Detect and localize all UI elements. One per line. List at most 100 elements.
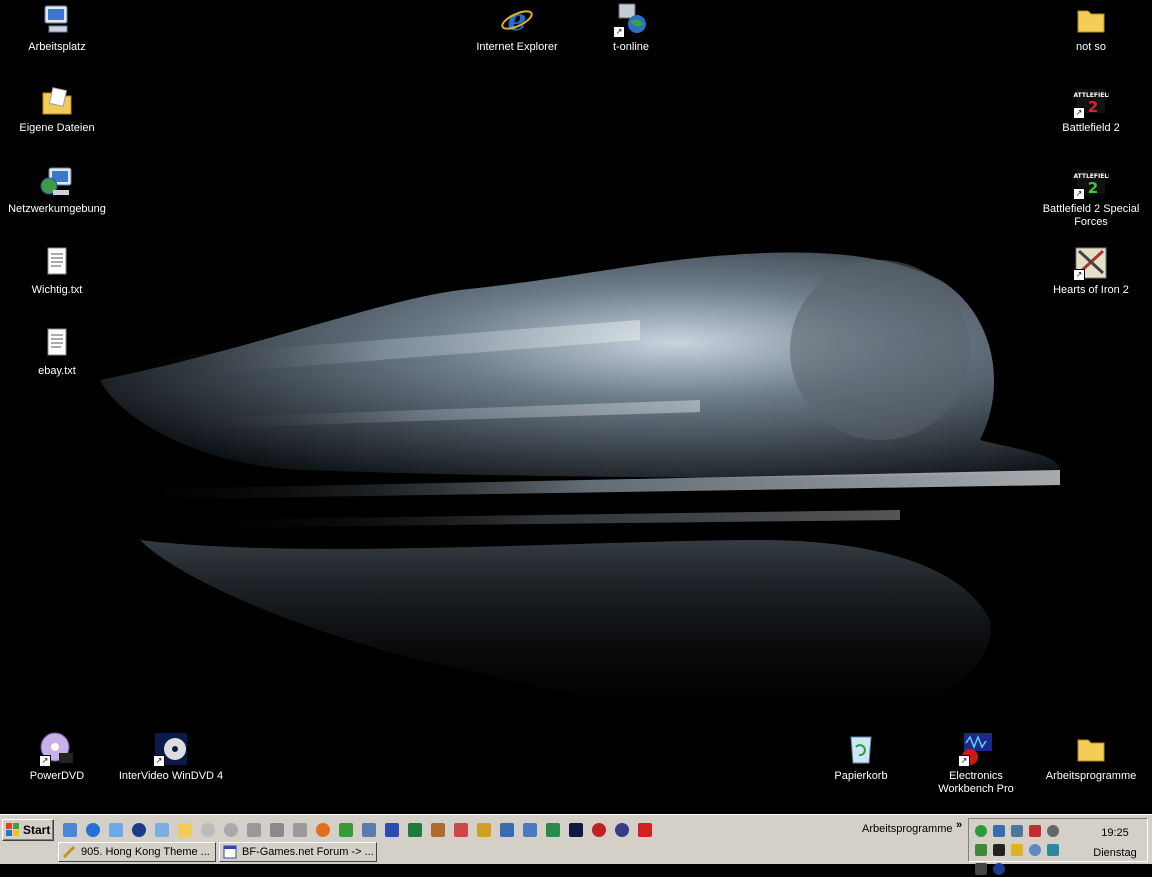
- powerdvd-icon: ↗: [39, 731, 75, 767]
- not-so-folder-desktop-icon[interactable]: not so: [1036, 2, 1146, 54]
- tray-volume-icon[interactable]: [973, 861, 989, 877]
- quick-launch-app-7-icon[interactable]: [635, 820, 655, 840]
- toolbar-chevron-icon[interactable]: »: [956, 819, 962, 831]
- text-file-icon: [39, 245, 75, 281]
- ebay-txt-desktop-icon[interactable]: ebay.txt: [2, 326, 112, 378]
- icon-label: Wichtig.txt: [31, 284, 83, 296]
- quick-launch-app-4-icon[interactable]: [566, 820, 586, 840]
- tray-users-icon[interactable]: [991, 823, 1007, 839]
- quick-launch-app-1-icon[interactable]: [497, 820, 517, 840]
- wichtig-txt-desktop-icon[interactable]: Wichtig.txt: [2, 245, 112, 297]
- quick-launch-drive-icon[interactable]: [244, 820, 264, 840]
- svg-text:2: 2: [1088, 98, 1098, 116]
- internet-explorer-icon: e: [499, 2, 535, 38]
- shortcut-arrow-icon: ↗: [153, 755, 165, 767]
- computer-icon: [39, 2, 75, 38]
- wallpaper: [100, 252, 1060, 730]
- shortcut-arrow-icon: ↗: [1073, 188, 1085, 200]
- quick-launch-drive-2-icon[interactable]: [267, 820, 287, 840]
- quick-launch-utility-icon[interactable]: [474, 820, 494, 840]
- shortcut-arrow-icon: ↗: [1073, 107, 1085, 119]
- documents-folder-icon: [39, 83, 75, 119]
- task-label: BF-Games.net Forum -> ...: [242, 846, 374, 858]
- quick-launch-firefox-icon[interactable]: [313, 820, 333, 840]
- windvd-desktop-icon[interactable]: ↗ InterVideo WinDVD 4: [116, 731, 226, 783]
- battlefield-2-desktop-icon[interactable]: BATTLEFIELD2 ↗ Battlefield 2: [1036, 83, 1146, 135]
- task-buttons: 905. Hong Kong Theme ... BF-Games.net Fo…: [58, 842, 377, 862]
- battlefield-special-forces-icon: BATTLEFIELD2 ↗: [1069, 164, 1113, 200]
- folder-icon: [1073, 731, 1109, 767]
- shortcut-arrow-icon: ↗: [613, 26, 625, 38]
- quick-launch-browser-icon[interactable]: [60, 820, 80, 840]
- quick-launch-dvd-drive-icon[interactable]: [221, 820, 241, 840]
- quick-launch-outlook-express-icon[interactable]: [106, 820, 126, 840]
- tray-antivirus-icon[interactable]: [973, 842, 989, 858]
- tray-settings-icon[interactable]: [1045, 823, 1061, 839]
- icon-label: Netzwerkumgebung: [8, 203, 106, 215]
- shortcut-arrow-icon: ↗: [1073, 269, 1085, 281]
- t-online-icon: ↗: [613, 2, 649, 38]
- quick-launch-drive-3-icon[interactable]: [290, 820, 310, 840]
- network-desktop-icon[interactable]: Netzwerkumgebung: [2, 164, 112, 216]
- powerdvd-desktop-icon[interactable]: ↗ PowerDVD: [2, 731, 112, 783]
- windvd-icon: ↗: [153, 731, 189, 767]
- browser-window-icon: [223, 845, 237, 859]
- tray-disconnected-icon[interactable]: [1027, 823, 1043, 839]
- arbeitsprogramme-toolbar-label[interactable]: Arbeitsprogramme: [862, 823, 952, 835]
- desktop: Arbeitsplatz Eigene Dateien Netzwerkumge…: [0, 0, 1152, 814]
- arbeitsprogramme-folder-desktop-icon[interactable]: Arbeitsprogramme: [1036, 731, 1146, 783]
- quick-launch-app-5-icon[interactable]: [589, 820, 609, 840]
- task-button-bf-games-forum[interactable]: BF-Games.net Forum -> ...: [219, 842, 377, 862]
- svg-text:2: 2: [1088, 179, 1098, 197]
- my-documents-desktop-icon[interactable]: Eigene Dateien: [2, 83, 112, 135]
- quick-launch-tools-icon[interactable]: [428, 820, 448, 840]
- battlefield-icon: BATTLEFIELD2 ↗: [1069, 83, 1113, 119]
- quick-launch-editor-icon[interactable]: [336, 820, 356, 840]
- icon-label: ebay.txt: [38, 365, 76, 377]
- electronics-workbench-icon: ↗: [958, 731, 994, 767]
- icon-label: Papierkorb: [834, 770, 888, 782]
- icon-label: Battlefield 2 Special Forces: [1042, 203, 1140, 228]
- electronics-workbench-desktop-icon[interactable]: ↗ Electronics Workbench Pro: [921, 731, 1031, 796]
- tray-icons: [973, 823, 1069, 877]
- quick-launch-app-3-icon[interactable]: [543, 820, 563, 840]
- tray-security-icon[interactable]: [991, 861, 1007, 877]
- quick-launch-excel-icon[interactable]: [405, 820, 425, 840]
- icon-label: Arbeitsprogramme: [1045, 770, 1137, 782]
- system-tray: 19:25 Dienstag: [968, 818, 1148, 875]
- recycle-bin-desktop-icon[interactable]: Papierkorb: [806, 731, 916, 783]
- icon-label: not so: [1076, 41, 1106, 53]
- quick-launch-explorer-icon[interactable]: [175, 820, 195, 840]
- tray-search-icon[interactable]: [1027, 842, 1043, 858]
- quick-launch-app-2-icon[interactable]: [520, 820, 540, 840]
- quick-launch-word-icon[interactable]: [382, 820, 402, 840]
- quick-launch-internet-explorer-icon[interactable]: [83, 820, 103, 840]
- download-manager-icon: [62, 845, 76, 859]
- folder-icon: [1073, 2, 1109, 38]
- quick-launch-network-icon[interactable]: [359, 820, 379, 840]
- t-online-desktop-icon[interactable]: ↗ t-online: [576, 2, 686, 54]
- quick-launch-messenger-icon[interactable]: [152, 820, 172, 840]
- icon-label: t-online: [612, 41, 650, 53]
- my-computer-desktop-icon[interactable]: Arbeitsplatz: [2, 2, 112, 54]
- start-button[interactable]: Start: [2, 819, 54, 841]
- icon-label: Hearts of Iron 2: [1053, 284, 1129, 296]
- tray-clover-icon[interactable]: [973, 823, 989, 839]
- quick-launch-app-6-icon[interactable]: [612, 820, 632, 840]
- quick-launch-media-player-icon[interactable]: [129, 820, 149, 840]
- battlefield-2-special-forces-desktop-icon[interactable]: BATTLEFIELD2 ↗ Battlefield 2 Special For…: [1036, 164, 1146, 229]
- icon-label: Battlefield 2: [1062, 122, 1120, 134]
- tray-graph-icon[interactable]: [1045, 842, 1061, 858]
- hearts-of-iron-icon: ↗: [1073, 245, 1109, 281]
- clock[interactable]: 19:25: [1087, 827, 1143, 839]
- internet-explorer-desktop-icon[interactable]: e Internet Explorer: [462, 2, 572, 54]
- windows-flag-icon: [6, 823, 19, 836]
- quick-launch-paint-icon[interactable]: [451, 820, 471, 840]
- task-button-hong-kong-theme[interactable]: 905. Hong Kong Theme ...: [58, 842, 216, 862]
- recycle-bin-icon: [843, 731, 879, 767]
- tray-network-icon[interactable]: [1009, 823, 1025, 839]
- tray-edit-icon[interactable]: [991, 842, 1007, 858]
- quick-launch-cd-drive-icon[interactable]: [198, 820, 218, 840]
- hearts-of-iron-2-desktop-icon[interactable]: ↗ Hearts of Iron 2: [1036, 245, 1146, 297]
- tray-display-icon[interactable]: [1009, 842, 1025, 858]
